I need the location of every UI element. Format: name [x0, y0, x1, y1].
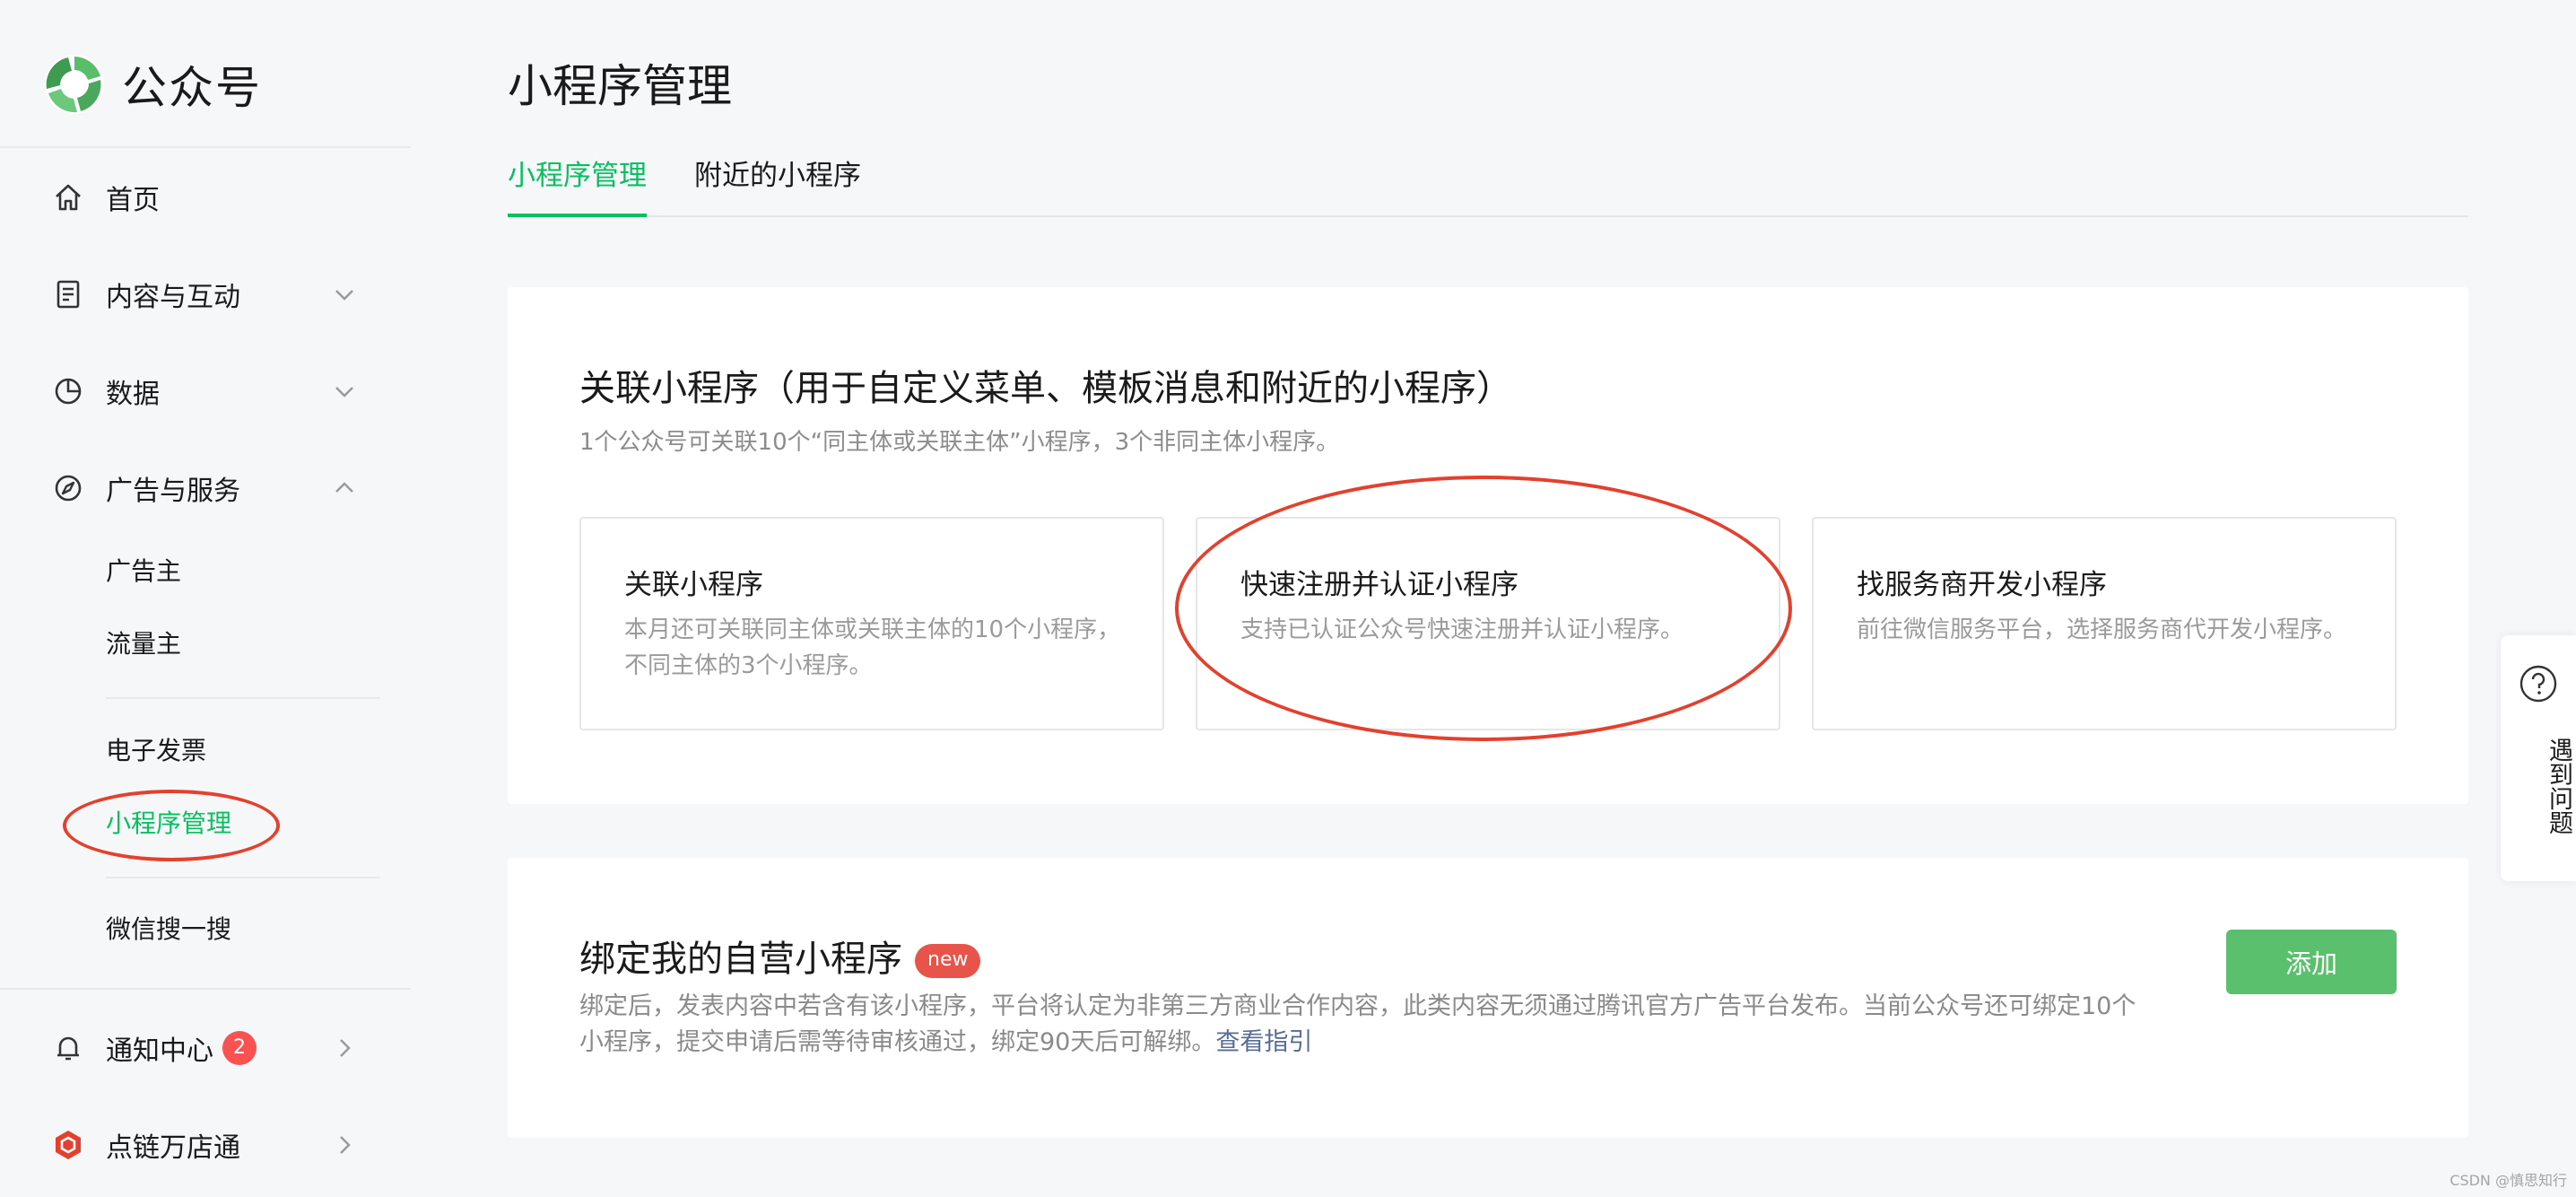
divider: [0, 146, 411, 148]
compass-icon: [52, 472, 84, 504]
sidebar-item-search[interactable]: 微信搜一搜: [106, 910, 231, 949]
nav-item-shop[interactable]: 点链万店通: [52, 1118, 357, 1172]
nav-label-ads: 广告与服务: [106, 476, 240, 507]
sidebar-item-publisher[interactable]: 流量主: [106, 625, 181, 664]
document-icon: [52, 278, 84, 310]
wechat-official-account-logo-icon: [45, 55, 104, 114]
nav-label-notify: 通知中心: [106, 1035, 213, 1067]
link-miniprogram-card: 关联小程序（用于自定义菜单、模板消息和附近的小程序） 1个公众号可关联10个“同…: [508, 287, 2468, 804]
option-quick-register[interactable]: 快速注册并认证小程序 支持已认证公众号快速注册并认证小程序。: [1196, 517, 1780, 730]
nav-item-data[interactable]: 数据: [52, 364, 357, 418]
notification-count-badge: 2: [222, 1031, 257, 1065]
divider: [106, 697, 380, 699]
option-desc: 前往微信服务平台，选择服务商代开发小程序。: [1857, 616, 2347, 643]
sidebar-item-invoice[interactable]: 电子发票: [106, 731, 206, 771]
view-guide-link[interactable]: 查看指引: [1215, 1028, 1312, 1056]
add-button[interactable]: 添加: [2226, 930, 2397, 994]
logo[interactable]: 公众号: [43, 52, 262, 117]
help-label: 遇到问题: [2545, 738, 2572, 834]
home-icon: [52, 181, 84, 214]
tab-bar: 小程序管理 附近的小程序: [508, 151, 2468, 217]
bind-card-desc-text: 绑定后，发表内容中若含有该小程序，平台将认定为非第三方商业合作内容，此类内容无须…: [579, 992, 2137, 1056]
nav-item-ads[interactable]: 广告与服务: [52, 461, 357, 515]
option-title: 关联小程序: [624, 569, 763, 601]
bind-card-desc: 绑定后，发表内容中若含有该小程序，平台将认定为非第三方商业合作内容，此类内容无须…: [579, 989, 2158, 1061]
page-title: 小程序管理: [508, 60, 732, 112]
bell-icon: [52, 1032, 84, 1064]
bind-card-title: 绑定我的自营小程序 new: [579, 930, 981, 982]
nav-item-notify[interactable]: 通知中心 2: [52, 1021, 357, 1075]
chevron-up-icon: [332, 476, 357, 501]
chevron-down-icon: [332, 379, 357, 404]
option-desc: 本月还可关联同主体或关联主体的10个小程序，不同主体的3个小程序。: [624, 616, 1121, 679]
sidebar-item-advertiser[interactable]: 广告主: [106, 552, 181, 591]
nav-item-content[interactable]: 内容与互动: [52, 267, 357, 321]
option-link-miniprogram[interactable]: 关联小程序 本月还可关联同主体或关联主体的10个小程序，不同主体的3个小程序。: [579, 517, 1164, 730]
nav-label-data: 数据: [106, 379, 160, 410]
sidebar-item-miniprogram[interactable]: 小程序管理: [106, 804, 231, 843]
divider: [0, 988, 411, 990]
nav-label-shop: 点链万店通: [106, 1132, 240, 1164]
chevron-down-icon: [332, 282, 357, 307]
option-find-service-provider[interactable]: 找服务商开发小程序 前往微信服务平台，选择服务商代开发小程序。: [1812, 517, 2397, 730]
option-title: 找服务商开发小程序: [1857, 569, 2107, 601]
chevron-right-icon: [332, 1132, 357, 1158]
nav-label-home: 首页: [106, 185, 160, 216]
option-desc: 支持已认证公众号快速注册并认证小程序。: [1240, 616, 1684, 643]
new-badge: new: [915, 944, 981, 978]
pie-chart-icon: [52, 375, 84, 407]
watermark: CSDN @慎思知行: [2450, 1172, 2567, 1189]
divider: [106, 877, 380, 878]
link-card-subtitle: 1个公众号可关联10个“同主体或关联主体”小程序，3个非同主体小程序。: [579, 429, 1340, 456]
shop-hexagon-icon: [52, 1129, 84, 1161]
help-float-button[interactable]: 遇到问题: [2501, 635, 2576, 881]
option-title: 快速注册并认证小程序: [1240, 569, 1519, 601]
link-card-title: 关联小程序（用于自定义菜单、模板消息和附近的小程序）: [579, 368, 1512, 409]
chevron-right-icon: [332, 1035, 357, 1061]
logo-text: 公众号: [122, 62, 262, 114]
nav-label-content: 内容与互动: [106, 282, 240, 313]
tab-miniprogram-management[interactable]: 小程序管理: [508, 151, 647, 217]
sidebar: 公众号 首页 内容与互动 数据 广告与服务 广告主 流量主 电子发票 小程序管理…: [0, 0, 411, 1197]
bind-card-title-text: 绑定我的自营小程序: [579, 939, 902, 980]
bind-miniprogram-card: 绑定我的自营小程序 new 绑定后，发表内容中若含有该小程序，平台将认定为非第三方…: [508, 858, 2468, 1138]
nav-item-home[interactable]: 首页: [52, 170, 357, 224]
tab-nearby-miniprograms[interactable]: 附近的小程序: [694, 151, 861, 214]
question-icon: [2519, 665, 2557, 703]
